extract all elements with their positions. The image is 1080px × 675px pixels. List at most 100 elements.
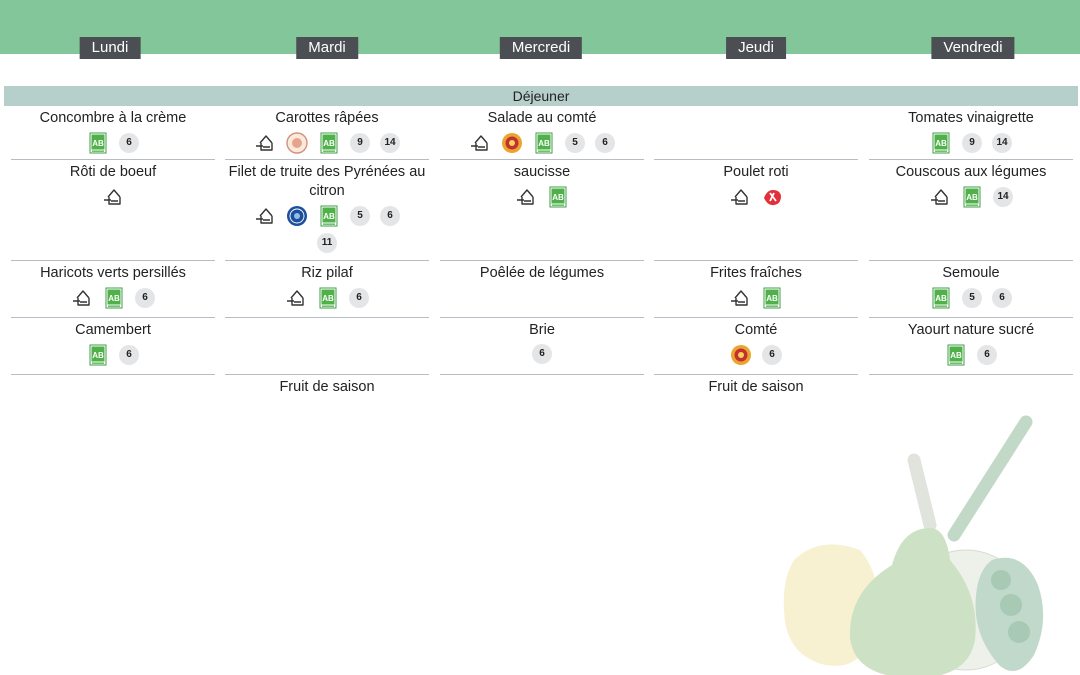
menu-item: Poêlée de légumes	[440, 261, 644, 318]
bio-label-icon: AB	[105, 287, 123, 309]
local-farm-icon	[731, 189, 748, 205]
day-tab-mercredi[interactable]: Mercredi	[499, 37, 583, 59]
label-badges: AB 6	[11, 287, 215, 309]
dish-name: Semoule	[942, 265, 1000, 281]
dish-name: Frites fraîches	[710, 265, 802, 281]
label-badges: AB 6	[11, 344, 215, 366]
local-farm-icon	[287, 290, 304, 306]
menu-item: Comté 6	[654, 318, 858, 375]
svg-text:AB: AB	[935, 139, 947, 148]
menu-item: Fruit de saison	[225, 375, 429, 402]
blue-seal-icon	[287, 206, 307, 226]
label-badges: AB	[654, 287, 858, 309]
bio-label-icon: AB	[947, 344, 965, 366]
aop-seal-icon	[502, 133, 522, 153]
local-farm-icon	[73, 290, 90, 306]
menu-item: Couscous aux légumes AB 14	[869, 160, 1073, 261]
menu-item: Rôti de boeuf	[11, 160, 215, 261]
meal-band-dejeuner: Déjeuner	[4, 86, 1078, 106]
dish-name: Haricots verts persillés	[40, 265, 186, 281]
bio-label-icon: AB	[535, 132, 553, 154]
allergen-badge: 5	[350, 206, 370, 226]
bio-label-icon: AB	[963, 186, 981, 208]
day-tab-mardi[interactable]: Mardi	[296, 37, 358, 59]
dish-name	[11, 375, 215, 397]
allergen-badge: 9	[962, 133, 982, 153]
dish-name: Fruit de saison	[708, 379, 804, 395]
producer-seal-icon	[286, 132, 308, 154]
label-badges: 6	[440, 344, 644, 364]
label-badges: AB 14	[869, 186, 1073, 208]
allergen-badge: 6	[349, 288, 369, 308]
allergen-badge: 14	[992, 133, 1012, 153]
allergen-badge: 14	[993, 187, 1013, 207]
day-tab-lundi[interactable]: Lundi	[79, 37, 141, 59]
menu-item: Fruit de saison	[654, 375, 858, 402]
allergen-badge: 6	[977, 345, 997, 365]
dish-name: Rôti de boeuf	[69, 164, 157, 180]
dish-name	[654, 106, 858, 128]
vegetables-illustration	[783, 415, 1044, 675]
dish-name	[225, 318, 429, 340]
menu-item	[11, 375, 215, 402]
local-farm-icon	[731, 290, 748, 306]
label-badges: 6	[654, 344, 858, 366]
bio-label-icon: AB	[320, 205, 338, 227]
dish-name: Brie	[529, 322, 555, 338]
allergen-badge: 6	[595, 133, 615, 153]
menu-item	[440, 375, 644, 402]
day-tab-vendredi[interactable]: Vendredi	[931, 37, 1015, 59]
menu-item	[869, 375, 1073, 402]
label-badges	[11, 186, 215, 208]
dish-name: Comté	[734, 322, 778, 338]
svg-text:AB: AB	[323, 139, 335, 148]
day-column-mardi: Carottes râpées AB 9 14 Filet de truite des …	[225, 106, 429, 402]
menu-item: saucisse AB	[440, 160, 644, 261]
label-rouge-icon	[764, 190, 781, 206]
dish-name: Tomates vinaigrette	[908, 110, 1034, 126]
dish-name: Fruit de saison	[279, 379, 375, 395]
label-badges: AB 5 6 11	[225, 205, 429, 253]
local-farm-icon	[256, 208, 273, 224]
bio-label-icon: AB	[932, 132, 950, 154]
menu-item: Riz pilaf AB 6	[225, 261, 429, 318]
dish-name	[440, 375, 644, 397]
label-badges: AB 6	[11, 132, 215, 154]
allergen-badge: 6	[119, 133, 139, 153]
aop-seal-icon	[731, 345, 751, 365]
bio-label-icon: AB	[320, 132, 338, 154]
allergen-badge: 5	[565, 133, 585, 153]
menu-item	[225, 318, 429, 375]
day-column-lundi: Concombre à la crème AB 6 Rôti de boeuf Hari…	[11, 106, 215, 402]
label-badges: AB	[440, 186, 644, 208]
label-badges: AB 6	[869, 344, 1073, 366]
local-farm-icon	[471, 135, 488, 151]
day-tab-jeudi[interactable]: Jeudi	[726, 37, 786, 59]
local-farm-icon	[517, 189, 534, 205]
menu-item: Semoule AB 5 6	[869, 261, 1073, 318]
bio-label-icon: AB	[932, 287, 950, 309]
day-column-vendredi: Tomates vinaigrette AB 9 14 Couscous aux lég…	[869, 106, 1073, 402]
allergen-badge: 9	[350, 133, 370, 153]
allergen-badge: 6	[119, 345, 139, 365]
label-badges: AB 9 14	[225, 132, 429, 154]
dish-name: Poulet roti	[723, 164, 789, 180]
label-badges: AB 6	[225, 287, 429, 309]
menu-item: Salade au comté AB 5 6	[440, 106, 644, 160]
label-badges	[654, 186, 858, 208]
menu-item: Yaourt nature sucré AB 6	[869, 318, 1073, 375]
local-farm-icon	[104, 189, 121, 205]
menu-item: Haricots verts persillés AB 6	[11, 261, 215, 318]
allergen-badge: 6	[762, 345, 782, 365]
allergen-badge: 6	[992, 288, 1012, 308]
day-column-mercredi: Salade au comté AB 5 6 saucisse AB Poêlée de l…	[440, 106, 644, 402]
svg-text:AB: AB	[538, 139, 550, 148]
label-badges: AB 5 6	[440, 132, 644, 154]
allergen-badge: 11	[317, 233, 337, 253]
dish-name: Yaourt nature sucré	[907, 322, 1035, 338]
bio-label-icon: AB	[89, 344, 107, 366]
bio-label-icon: AB	[89, 132, 107, 154]
allergen-badge: 14	[380, 133, 400, 153]
dish-name: Carottes râpées	[275, 110, 379, 126]
svg-text:AB: AB	[92, 351, 104, 360]
